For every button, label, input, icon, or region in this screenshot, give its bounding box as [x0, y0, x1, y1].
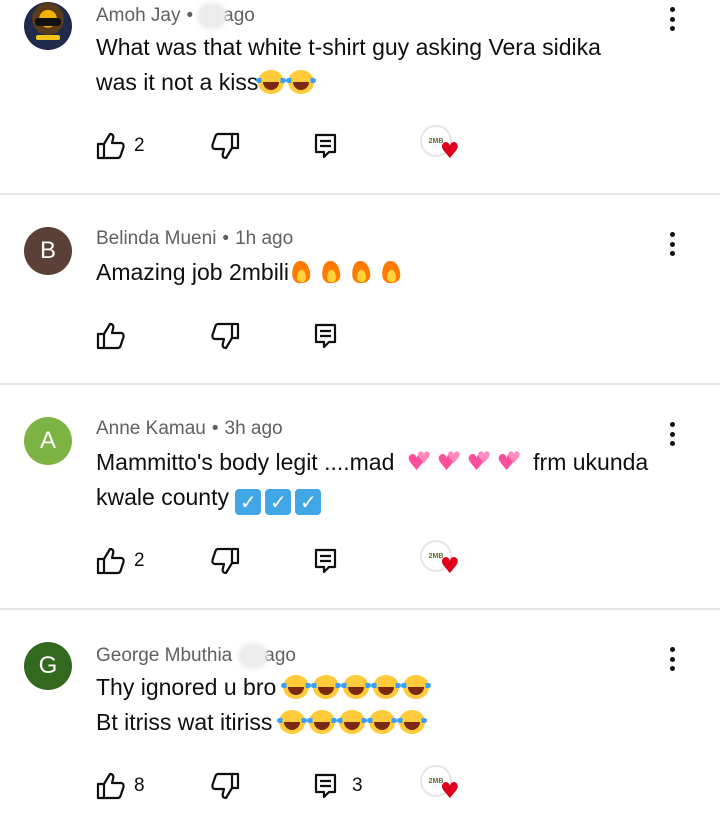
comment-meta: Anne Kamau • 3h ago: [96, 418, 283, 440]
comment-meta: George Mbuthia ago: [96, 643, 296, 669]
comment-text: Mammitto's body legit ....mad frm ukunda…: [96, 440, 648, 515]
comment-meta: Belinda Mueni • 1h ago: [96, 228, 294, 250]
author-name[interactable]: Amoh Jay: [96, 5, 180, 27]
like-button[interactable]: [96, 321, 134, 351]
like-icon: [96, 547, 125, 575]
reply-icon: [314, 548, 337, 574]
fire-emoji-icon: [381, 259, 401, 285]
redacted-time: [238, 643, 269, 669]
creator-heart-badge: 2MB ♥: [420, 125, 460, 165]
like-icon: [96, 322, 125, 350]
laughing-emoji-icon: [286, 70, 317, 94]
hearts-emoji-icon: [437, 440, 463, 481]
check-emoji-icon: ✓: [265, 489, 292, 515]
reply-icon: [314, 323, 337, 349]
hearts-emoji-icon: [407, 440, 433, 481]
check-emoji-icon: ✓: [235, 489, 262, 515]
creator-heart-icon: ♥: [440, 779, 460, 804]
dislike-icon: [211, 132, 240, 160]
comment-item: Amoh Jay • ago What was that white t-shi…: [0, 0, 720, 193]
comment-item: B Belinda Mueni • 1h ago Amazing job 2mb…: [0, 195, 720, 383]
avatar[interactable]: [24, 2, 72, 50]
comment-time: 1h ago: [235, 228, 294, 249]
creator-heart-badge: 2MB ♥: [420, 540, 460, 580]
dislike-button[interactable]: [210, 321, 240, 351]
laughing-emoji-icon: [256, 70, 287, 94]
comment-text: Amazing job 2mbili: [96, 255, 411, 290]
creator-heart-badge: 2MB ♥: [420, 765, 460, 805]
dislike-icon: [211, 322, 240, 350]
author-name[interactable]: Belinda Mueni: [96, 228, 216, 250]
avatar[interactable]: B: [24, 227, 72, 275]
dislike-button[interactable]: [210, 546, 240, 576]
check-emoji-icon: ✓: [295, 489, 322, 515]
redacted-time: [197, 3, 228, 29]
like-button[interactable]: 2: [96, 131, 145, 161]
reply-button[interactable]: 3: [314, 771, 363, 801]
reply-icon: [314, 133, 337, 159]
laughing-emoji-icon: [280, 675, 311, 699]
comment-text: What was that white t-shirt guy asking V…: [96, 34, 601, 95]
like-icon: [96, 772, 125, 800]
hearts-emoji-icon: [467, 440, 493, 481]
reply-button[interactable]: [314, 321, 346, 351]
comment-actions: 2 2MB ♥: [96, 540, 656, 578]
fire-emoji-icon: [351, 259, 371, 285]
dislike-button[interactable]: [210, 771, 240, 801]
like-count: 8: [134, 775, 145, 796]
more-options-button[interactable]: [660, 644, 684, 674]
comment-actions: [96, 321, 656, 351]
avatar[interactable]: G: [24, 642, 72, 690]
more-options-button[interactable]: [660, 419, 684, 449]
comment-time: ago: [264, 645, 296, 666]
comment-actions: 8 3 2MB ♥: [96, 765, 656, 803]
dislike-icon: [211, 772, 240, 800]
dislike-button[interactable]: [210, 131, 240, 161]
like-button[interactable]: 8: [96, 771, 145, 801]
hearts-emoji-icon: [497, 440, 523, 481]
laughing-emoji-icon: [340, 675, 371, 699]
like-count: 2: [134, 550, 145, 571]
laughing-emoji-icon: [336, 710, 367, 734]
more-options-button[interactable]: [660, 4, 684, 34]
laughing-emoji-icon: [396, 710, 427, 734]
comment-text: Thy ignored u bro Bt itriss wat itiriss: [96, 670, 433, 740]
laughing-emoji-icon: [310, 675, 341, 699]
like-count: 2: [134, 135, 145, 156]
laughing-emoji-icon: [306, 710, 337, 734]
comment-time: 3h ago: [224, 418, 283, 439]
dislike-icon: [211, 547, 240, 575]
reply-icon: [314, 773, 337, 799]
author-name[interactable]: Anne Kamau: [96, 418, 206, 440]
comment-actions: 2 2MB ♥: [96, 125, 656, 163]
creator-heart-icon: ♥: [440, 139, 460, 164]
laughing-emoji-icon: [400, 675, 431, 699]
laughing-emoji-icon: [370, 675, 401, 699]
comment-item: A Anne Kamau • 3h ago Mammitto's body le…: [0, 385, 720, 608]
avatar[interactable]: A: [24, 417, 72, 465]
reply-button[interactable]: [314, 546, 346, 576]
like-button[interactable]: 2: [96, 546, 145, 576]
reply-button[interactable]: [314, 131, 346, 161]
reply-count: 3: [352, 775, 363, 796]
author-name[interactable]: George Mbuthia: [96, 645, 232, 667]
like-icon: [96, 132, 125, 160]
creator-heart-icon: ♥: [440, 554, 460, 579]
more-options-button[interactable]: [660, 229, 684, 259]
fire-emoji-icon: [291, 259, 311, 285]
laughing-emoji-icon: [276, 710, 307, 734]
comment-time: ago: [223, 5, 255, 26]
fire-emoji-icon: [321, 259, 341, 285]
laughing-emoji-icon: [366, 710, 397, 734]
comment-item: G George Mbuthia ago Thy ignored u bro B…: [0, 610, 720, 833]
comment-meta: Amoh Jay • ago: [96, 3, 255, 29]
